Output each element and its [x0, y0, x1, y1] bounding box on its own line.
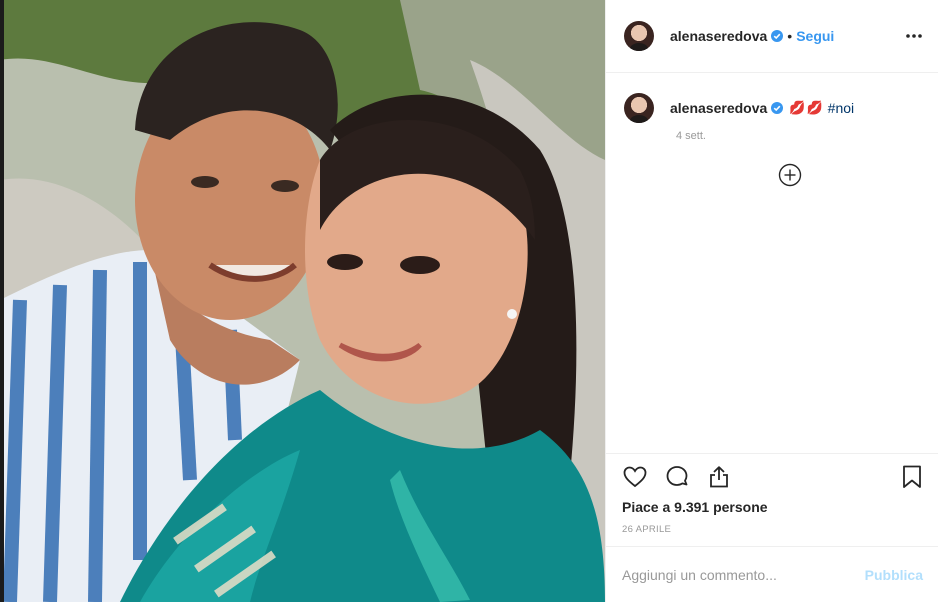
comment-icon[interactable]	[664, 464, 690, 490]
post-header: alenaseredova • Segui	[606, 0, 938, 73]
share-icon[interactable]	[706, 464, 732, 490]
caption-time-ago[interactable]: 4 sett.	[676, 130, 706, 142]
more-options-icon[interactable]	[905, 27, 923, 45]
caption-username[interactable]: alenaseredova	[670, 100, 767, 116]
caption-avatar[interactable]	[624, 93, 654, 123]
caption-emoji: 💋💋	[789, 100, 824, 115]
publish-button[interactable]: Pubblica	[865, 567, 923, 583]
post-side-panel: alenaseredova • Segui alenaseredova 💋💋 #…	[605, 0, 938, 602]
selfie-illustration	[0, 0, 605, 602]
author-username[interactable]: alenaseredova	[670, 28, 767, 44]
post-photo[interactable]	[0, 0, 605, 602]
follow-button[interactable]: Segui	[796, 28, 834, 44]
post-caption: alenaseredova 💋💋 #noi 4 sett.	[624, 93, 924, 187]
heart-icon[interactable]	[622, 464, 648, 490]
add-reply-icon[interactable]	[778, 163, 802, 187]
verified-badge-icon	[771, 30, 784, 42]
post-date[interactable]: 26 APRILE	[622, 524, 671, 535]
instagram-post: alenaseredova • Segui alenaseredova 💋💋 #…	[0, 0, 938, 602]
caption-row: alenaseredova 💋💋 #noi	[624, 93, 924, 123]
bookmark-icon[interactable]	[899, 464, 925, 490]
verified-badge-icon	[771, 102, 784, 114]
comment-bar: Pubblica	[606, 546, 938, 602]
action-icons	[622, 464, 732, 490]
header-separator: •	[787, 28, 793, 44]
photo-left-edge	[0, 0, 4, 602]
post-actions: Piace a 9.391 persone 26 APRILE	[606, 453, 938, 545]
comment-input[interactable]	[622, 566, 865, 583]
author-avatar[interactable]	[624, 21, 654, 51]
caption-hashtag[interactable]: #noi	[828, 100, 854, 116]
likes-count[interactable]: Piace a 9.391 persone	[622, 499, 768, 515]
